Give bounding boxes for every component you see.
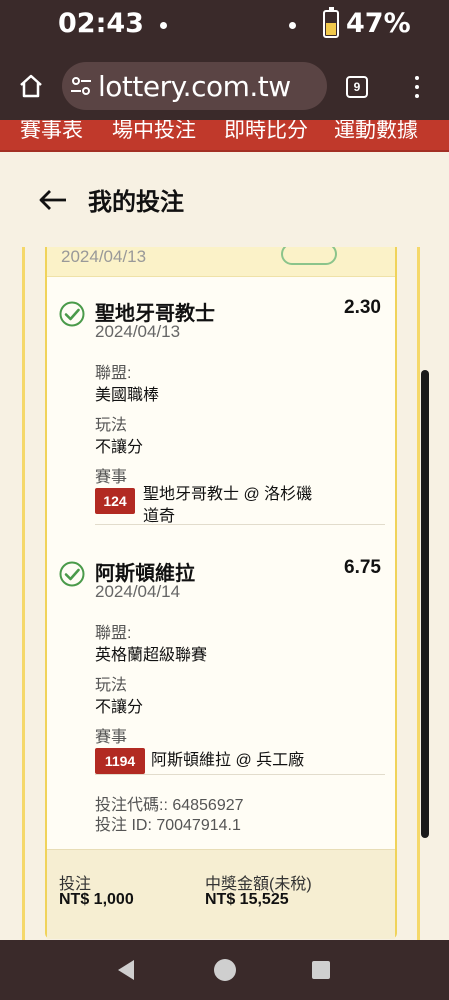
menu-icon[interactable] [412, 76, 422, 100]
league-value: 英格蘭超級聯賽 [95, 647, 208, 664]
bet-list[interactable]: 2024/04/13 聖地牙哥教士 2.30 2024/04/13 聯盟: 美國… [0, 247, 449, 940]
battery-icon [323, 7, 339, 38]
page-title: 我的投注 [88, 189, 184, 216]
back-arrow-icon[interactable] [38, 188, 68, 212]
league-label: 聯盟: [95, 365, 132, 382]
bet-id: 投注 ID: 70047914.1 [95, 817, 241, 834]
nav-item-schedule[interactable]: 賽事表 [20, 120, 83, 144]
bet-date: 2024/04/13 [61, 247, 147, 266]
nav-recents-icon[interactable] [312, 961, 330, 979]
selection-item: 阿斯頓維拉 6.75 2024/04/14 聯盟: 英格蘭超級聯賽 玩法 不讓分… [47, 557, 395, 777]
battery-percent: 47% [346, 8, 411, 39]
selection-odds: 2.30 [344, 297, 381, 318]
divider [95, 774, 385, 775]
league-label: 聯盟: [95, 625, 132, 642]
bet-card: 2024/04/13 聖地牙哥教士 2.30 2024/04/13 聯盟: 美國… [45, 247, 397, 939]
status-badge [281, 247, 337, 265]
check-circle-icon [59, 561, 85, 587]
event-label: 賽事 [95, 729, 128, 746]
home-icon[interactable] [18, 74, 44, 98]
status-time: 02:43 [58, 8, 144, 39]
market-value: 不讓分 [95, 699, 144, 716]
nav-item-live-scores[interactable]: 即時比分 [224, 120, 308, 144]
event-number-badge: 1194 [95, 748, 145, 774]
event-name: 聖地牙哥教士 @ 洛杉磯 [143, 486, 313, 503]
page-header: 我的投注 [0, 152, 449, 247]
url-text: lottery.com.tw [98, 70, 291, 103]
selection-odds: 6.75 [344, 557, 381, 578]
address-bar[interactable]: lottery.com.tw [62, 62, 327, 110]
event-label: 賽事 [95, 469, 128, 486]
league-value: 美國職棒 [95, 387, 160, 404]
site-settings-icon[interactable] [70, 76, 92, 96]
market-label: 玩法 [95, 417, 128, 434]
tabs-icon[interactable]: 9 [346, 76, 368, 98]
check-circle-icon [59, 301, 85, 327]
divider [95, 524, 385, 525]
scrollbar-thumb[interactable] [421, 370, 429, 838]
bet-card-header: 2024/04/13 [47, 247, 395, 277]
nav-back-icon[interactable] [118, 960, 134, 980]
selection-date: 2024/04/13 [95, 322, 181, 341]
selection-item: 聖地牙哥教士 2.30 2024/04/13 聯盟: 美國職棒 玩法 不讓分 賽… [47, 297, 395, 537]
payout-amount: NT$ 15,525 [205, 891, 289, 908]
market-value: 不讓分 [95, 439, 144, 456]
event-name: 阿斯頓維拉 @ 兵工廠 [151, 752, 305, 769]
nav-item-live-betting[interactable]: 場中投注 [112, 120, 196, 144]
system-nav-bar [0, 940, 449, 1000]
notification-dot-icon [289, 22, 296, 29]
stake-amount: NT$ 1,000 [59, 891, 134, 908]
site-nav: 賽事表 場中投注 即時比分 運動數據 [0, 120, 449, 152]
notification-dot-icon [160, 22, 167, 29]
status-bar: 02:43 47% [0, 0, 449, 50]
browser-toolbar: lottery.com.tw 9 [0, 50, 449, 120]
nav-home-icon[interactable] [214, 959, 236, 981]
selection-date: 2024/04/14 [95, 582, 181, 601]
nav-item-sports-data[interactable]: 運動數據 [334, 120, 418, 144]
market-label: 玩法 [95, 677, 128, 694]
event-number-badge: 124 [95, 488, 135, 514]
bet-summary: 投注 NT$ 1,000 中獎金額(未稅) NT$ 15,525 [47, 849, 395, 939]
